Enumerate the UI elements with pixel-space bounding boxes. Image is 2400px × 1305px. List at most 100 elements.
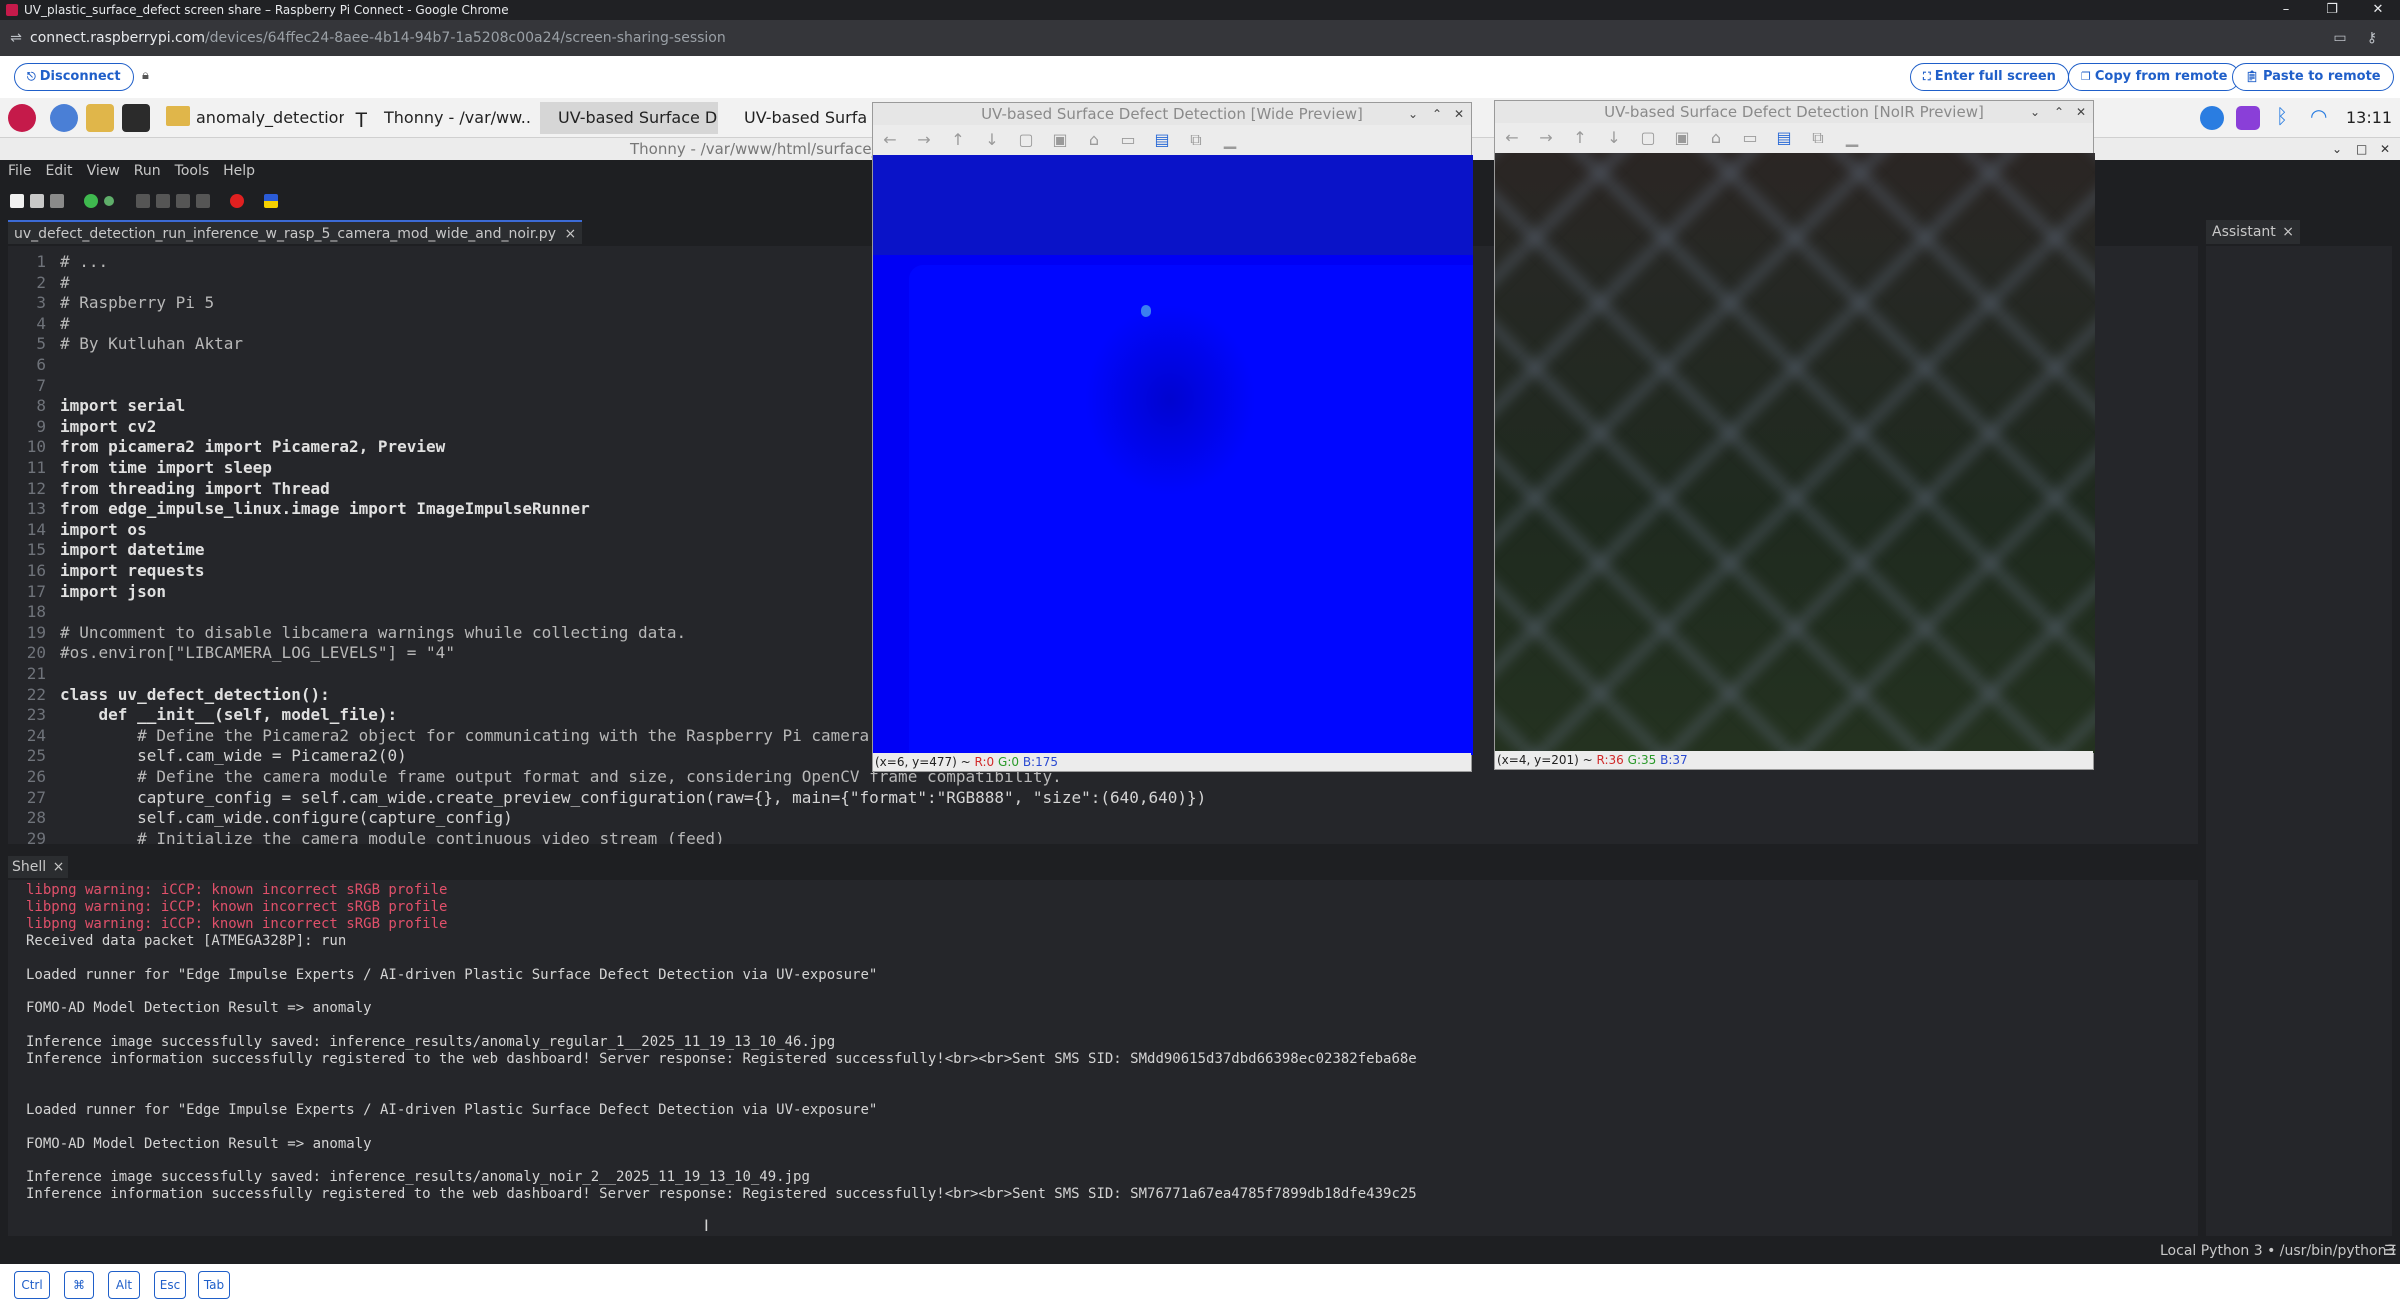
updates-icon[interactable] [2200,106,2224,130]
shell-tab[interactable]: Shell × [8,856,69,878]
address-bar[interactable]: ⇌ connect.raspberrypi.com/devices/64ffec… [0,20,2400,56]
properties-icon[interactable]: ▭ [1119,131,1137,149]
open-file-icon[interactable] [30,194,44,208]
pan-left-icon[interactable]: ← [881,131,899,149]
alt-key-button[interactable]: Alt [108,1271,140,1299]
pan-right-icon[interactable]: → [1537,129,1555,147]
assistant-tab[interactable]: Assistant × [2206,220,2300,244]
window-minimize-icon[interactable]: ⌄ [2332,138,2342,160]
wide-preview-window[interactable]: UV-based Surface Defect Detection [Wide … [872,102,1473,772]
new-file-icon[interactable] [10,194,24,208]
step-over-icon[interactable] [136,194,150,208]
clock[interactable]: 13:11 [2346,108,2392,127]
password-key-icon[interactable]: ⚷ [2362,28,2382,48]
window-minimize-icon[interactable]: ⌄ [2027,103,2043,121]
close-icon[interactable]: ✕ [2356,0,2400,20]
line-number: 26 [26,767,46,786]
window-maximize-icon[interactable]: □ [2356,138,2367,160]
pan-down-icon[interactable]: ↓ [1605,129,1623,147]
window-maximize-icon[interactable]: ⌃ [1429,105,1445,123]
editor-tab[interactable]: uv_defect_detection_run_inference_w_rasp… [8,220,583,244]
fit-icon[interactable]: ▤ [1775,129,1793,147]
pan-up-icon[interactable]: ↑ [949,131,967,149]
resume-icon[interactable] [196,194,210,208]
raspberry-menu-icon[interactable] [8,104,36,132]
wide-camera-feed[interactable] [873,155,1473,755]
zoom-in-icon[interactable]: ▢ [1639,129,1657,147]
terminal-icon[interactable] [122,104,150,132]
connect-tray-icon[interactable] [2236,106,2260,130]
blank-icon[interactable]: ▁ [1843,129,1861,147]
tab-close-icon[interactable]: × [564,226,576,242]
menu-help[interactable]: Help [223,163,255,179]
save-image-icon[interactable]: ⌂ [1707,129,1725,147]
enter-full-screen-button[interactable]: ⛶ Enter full screen [1910,63,2069,91]
paste-to-remote-button[interactable]: 📋︎ Paste to remote [2232,63,2394,91]
window-close-icon[interactable]: ✕ [2380,138,2390,160]
save-image-icon[interactable]: ⌂ [1085,131,1103,149]
web-browser-icon[interactable] [50,104,78,132]
line-number: 6 [36,355,46,374]
taskbar-item-noir-preview[interactable]: UV-based Surface [728,102,868,134]
shell-output[interactable]: I libpng warning: iCCP: known incorrect … [8,880,2198,1236]
copy-image-icon[interactable]: ⧉ [1809,129,1827,147]
zoom-out-icon[interactable]: ▣ [1051,131,1069,149]
pan-down-icon[interactable]: ↓ [983,131,1001,149]
fit-icon[interactable]: ▤ [1153,131,1171,149]
screenshot-icon[interactable]: ▭ [2330,28,2350,48]
tab-close-icon[interactable]: × [2282,224,2294,240]
taskbar-item-anomaly-detection[interactable]: anomaly_detection [162,102,344,134]
run-icon[interactable] [84,194,98,208]
menu-lines-icon[interactable]: ☰ [2384,1238,2397,1264]
copy-from-remote-button[interactable]: ❐ Copy from remote [2068,63,2241,91]
file-manager-icon[interactable] [86,104,114,132]
interpreter-status[interactable]: Local Python 3 • /usr/bin/python3 [2160,1238,2395,1264]
disconnect-button[interactable]: ⎋ Disconnect [14,63,134,91]
super-key-button[interactable]: ⌘ [64,1271,94,1299]
zoom-out-icon[interactable]: ▣ [1673,129,1691,147]
window-maximize-icon[interactable]: ⌃ [2051,103,2067,121]
pan-left-icon[interactable]: ← [1503,129,1521,147]
window-minimize-icon[interactable]: ⌄ [1405,105,1421,123]
menu-view[interactable]: View [87,163,120,179]
feed-mesh-diagonal-b [1495,153,2095,753]
properties-icon[interactable]: ▭ [1741,129,1759,147]
step-out-icon[interactable] [176,194,190,208]
copy-image-icon[interactable]: ⧉ [1187,131,1205,149]
bluetooth-icon[interactable]: ᛒ [2276,104,2288,128]
lock-icon: 🔒︎ [142,68,149,83]
menu-tools[interactable]: Tools [175,163,210,179]
noir-preview-window[interactable]: UV-based Surface Defect Detection [NoIR … [1494,100,2095,770]
tab-close-icon[interactable]: × [53,859,65,875]
esc-key-button[interactable]: Esc [154,1271,186,1299]
wifi-icon[interactable]: ◠ [2310,104,2327,128]
line-number: 14 [26,519,46,539]
line-number: 10 [26,437,46,457]
debug-icon[interactable] [104,196,114,206]
window-close-icon[interactable]: ✕ [2073,103,2089,121]
stop-icon[interactable] [230,194,244,208]
taskbar-item-wide-preview[interactable]: UV-based Surface De.. [540,102,718,134]
restore-icon[interactable]: ❐ [2310,0,2354,20]
minimize-icon[interactable]: – [2264,0,2308,20]
taskbar-item-thonny[interactable]: Ꭲ Thonny - /var/ww.. [350,102,536,134]
window-close-icon[interactable]: ✕ [1451,105,1467,123]
noir-camera-feed[interactable] [1495,153,2095,753]
tab-key-button[interactable]: Tab [198,1271,230,1299]
paste-to-remote-label: Paste to remote [2262,69,2381,84]
step-into-icon[interactable] [156,194,170,208]
menu-run[interactable]: Run [134,163,161,179]
save-file-icon[interactable] [50,194,64,208]
site-info-icon[interactable]: ⇌ [6,28,26,48]
ukraine-flag-icon[interactable] [264,194,278,208]
menu-file[interactable]: File [8,163,31,179]
pan-right-icon[interactable]: → [915,131,933,149]
blank-icon[interactable]: ▁ [1221,131,1239,149]
line-number: 9 [36,416,46,436]
zoom-in-icon[interactable]: ▢ [1017,131,1035,149]
menu-edit[interactable]: Edit [45,163,72,179]
ctrl-key-button[interactable]: Ctrl [14,1271,50,1299]
code-line: # Initialize the camera module continuou… [60,828,725,844]
pan-up-icon[interactable]: ↑ [1571,129,1589,147]
copy-from-remote-label: Copy from remote [2094,69,2228,84]
